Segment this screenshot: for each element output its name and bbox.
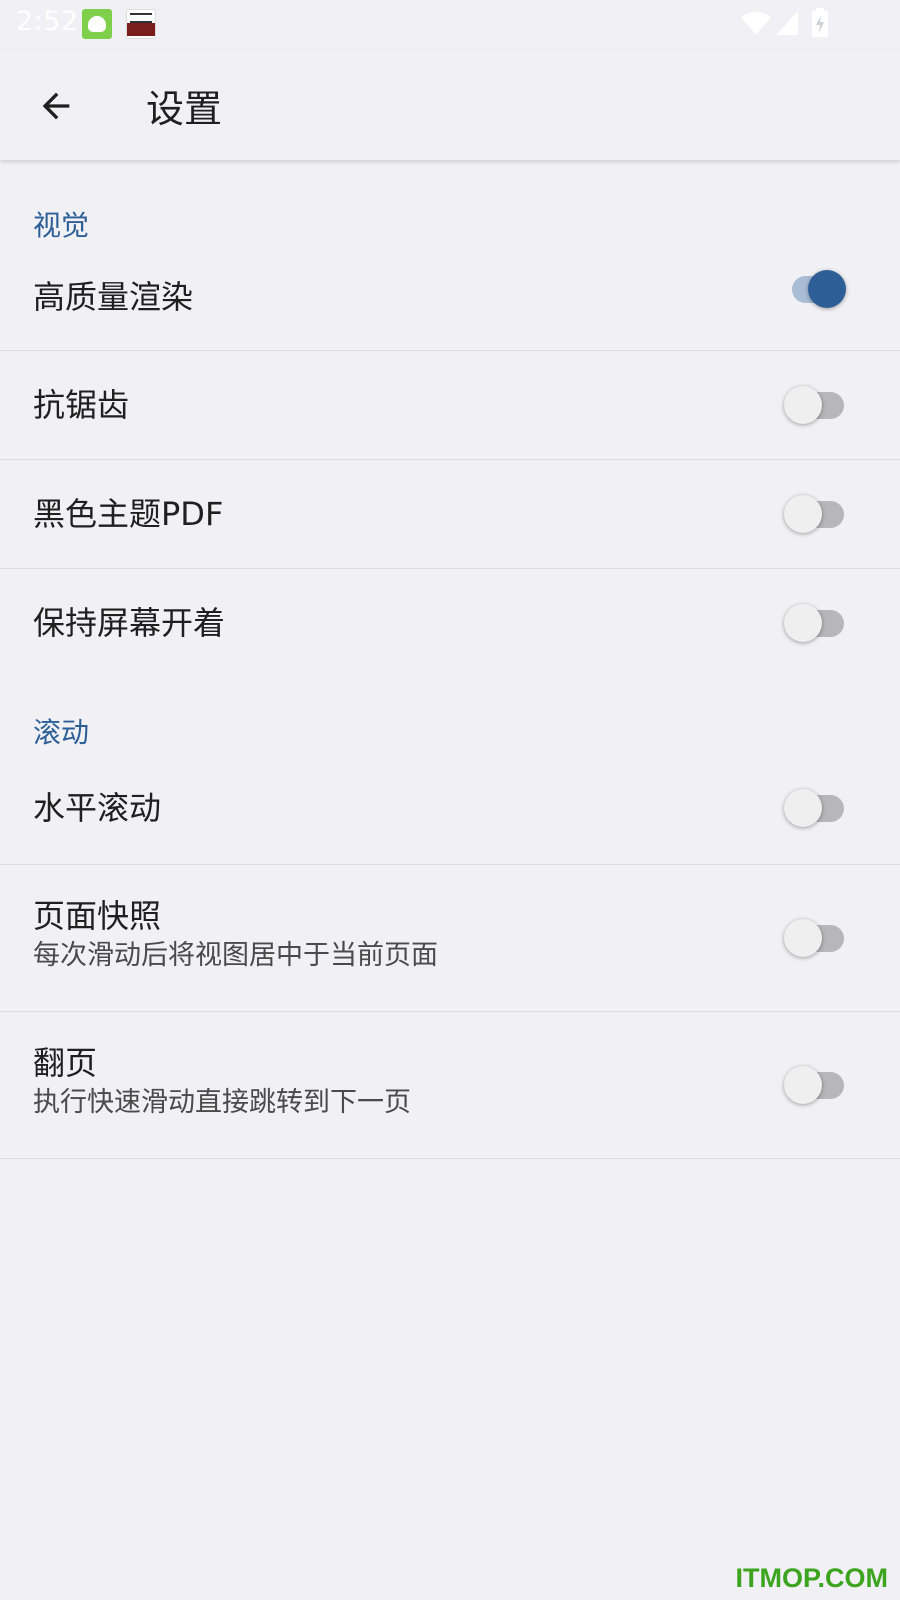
page-title: 设置 — [146, 87, 223, 131]
watermark: ITMOP.COM — [735, 1563, 888, 1593]
arrow-back-icon — [42, 92, 70, 120]
section-header-scroll: 滚动 — [0, 677, 900, 751]
setting-high-quality-render[interactable]: 高质量渲染 — [0, 244, 900, 351]
setting-title: 高质量渲染 — [33, 278, 194, 316]
setting-title: 页面快照 — [33, 897, 162, 935]
setting-title: 黑色主题PDF — [33, 495, 224, 533]
toggle-switch[interactable] — [784, 494, 846, 534]
toggle-switch[interactable] — [784, 603, 846, 643]
cell-signal-icon — [776, 11, 798, 35]
back-button[interactable] — [22, 72, 90, 140]
app-bar: 设置 — [0, 50, 900, 160]
status-time: 2:52 — [16, 6, 79, 37]
news-app-icon — [126, 9, 156, 39]
setting-page-snap[interactable]: 页面快照 每次滑动后将视图居中于当前页面 — [0, 865, 900, 1012]
section-header-label: 视觉 — [33, 209, 90, 242]
setting-page-fling[interactable]: 翻页 执行快速滑动直接跳转到下一页 — [0, 1012, 900, 1159]
toggle-switch[interactable] — [784, 269, 846, 309]
toggle-switch[interactable] — [784, 1065, 846, 1105]
setting-title: 抗锯齿 — [33, 386, 130, 424]
setting-title: 保持屏幕开着 — [33, 604, 226, 642]
toggle-switch[interactable] — [784, 788, 846, 828]
toggle-switch[interactable] — [784, 918, 846, 958]
setting-subtitle: 执行快速滑动直接跳转到下一页 — [33, 1087, 411, 1118]
setting-keep-screen-on[interactable]: 保持屏幕开着 — [0, 569, 900, 677]
setting-dark-theme-pdf[interactable]: 黑色主题PDF — [0, 460, 900, 569]
setting-title: 水平滚动 — [33, 788, 162, 827]
section-header-visual: 视觉 — [0, 160, 900, 244]
section-header-label: 滚动 — [33, 716, 90, 749]
setting-subtitle: 每次滑动后将视图居中于当前页面 — [33, 940, 438, 971]
setting-title: 翻页 — [33, 1044, 98, 1082]
status-bar: 2:52 — [0, 0, 900, 50]
setting-anti-aliasing[interactable]: 抗锯齿 — [0, 351, 900, 460]
wifi-icon — [741, 11, 771, 35]
setting-horizontal-scroll[interactable]: 水平滚动 — [0, 751, 900, 865]
app-mascot-icon — [82, 9, 112, 39]
toggle-switch[interactable] — [784, 385, 846, 425]
settings-list: 视觉 高质量渲染 抗锯齿 黑色主题PDF 保持屏幕开着 滚动 水平滚动 页面快照… — [0, 160, 900, 1159]
battery-charging-icon — [812, 8, 828, 37]
